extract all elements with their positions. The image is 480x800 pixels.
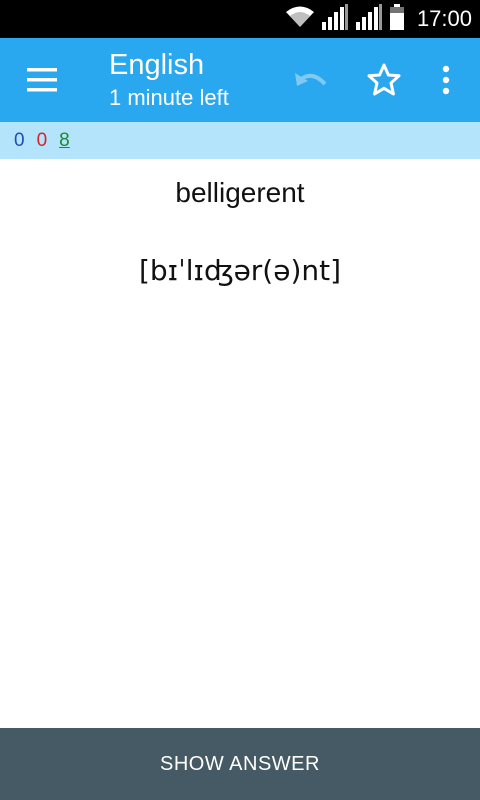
- learning-count: 0: [36, 129, 48, 151]
- status-time: 17:00: [416, 6, 472, 31]
- flashcard-review-screen: 17:00 English 1 minute left 0 0 8 bellig…: [0, 0, 480, 800]
- status-icons: 17:00: [285, 3, 472, 35]
- signal-icon: [355, 3, 383, 35]
- review-count: 8: [59, 129, 70, 151]
- deck-title: English: [109, 49, 205, 81]
- card-counts-bar: 0 0 8: [0, 122, 480, 159]
- show-answer-button[interactable]: SHOW ANSWER: [0, 728, 480, 800]
- overflow-menu-button[interactable]: [430, 60, 462, 100]
- undo-button[interactable]: [292, 64, 332, 98]
- star-outline-icon: [364, 63, 404, 104]
- hamburger-menu-icon: [22, 68, 62, 102]
- battery-icon: [389, 3, 405, 35]
- menu-button[interactable]: [22, 62, 62, 98]
- card-front[interactable]: belligerent [bɪˈlɪʤər(ə)nt]: [0, 159, 480, 728]
- more-vert-icon: [430, 65, 462, 104]
- undo-icon: [292, 73, 332, 102]
- new-count: 0: [14, 129, 25, 151]
- signal-icon: [321, 3, 349, 35]
- app-bar: English 1 minute left: [0, 38, 480, 122]
- status-bar: 17:00: [0, 0, 480, 38]
- star-button[interactable]: [364, 60, 404, 100]
- card-pronunciation: [bɪˈlɪʤər(ə)nt]: [138, 254, 342, 287]
- time-remaining: 1 minute left: [109, 85, 229, 110]
- card-word: belligerent: [175, 177, 305, 208]
- title-block: English 1 minute left: [109, 48, 229, 112]
- wifi-icon: [285, 5, 315, 34]
